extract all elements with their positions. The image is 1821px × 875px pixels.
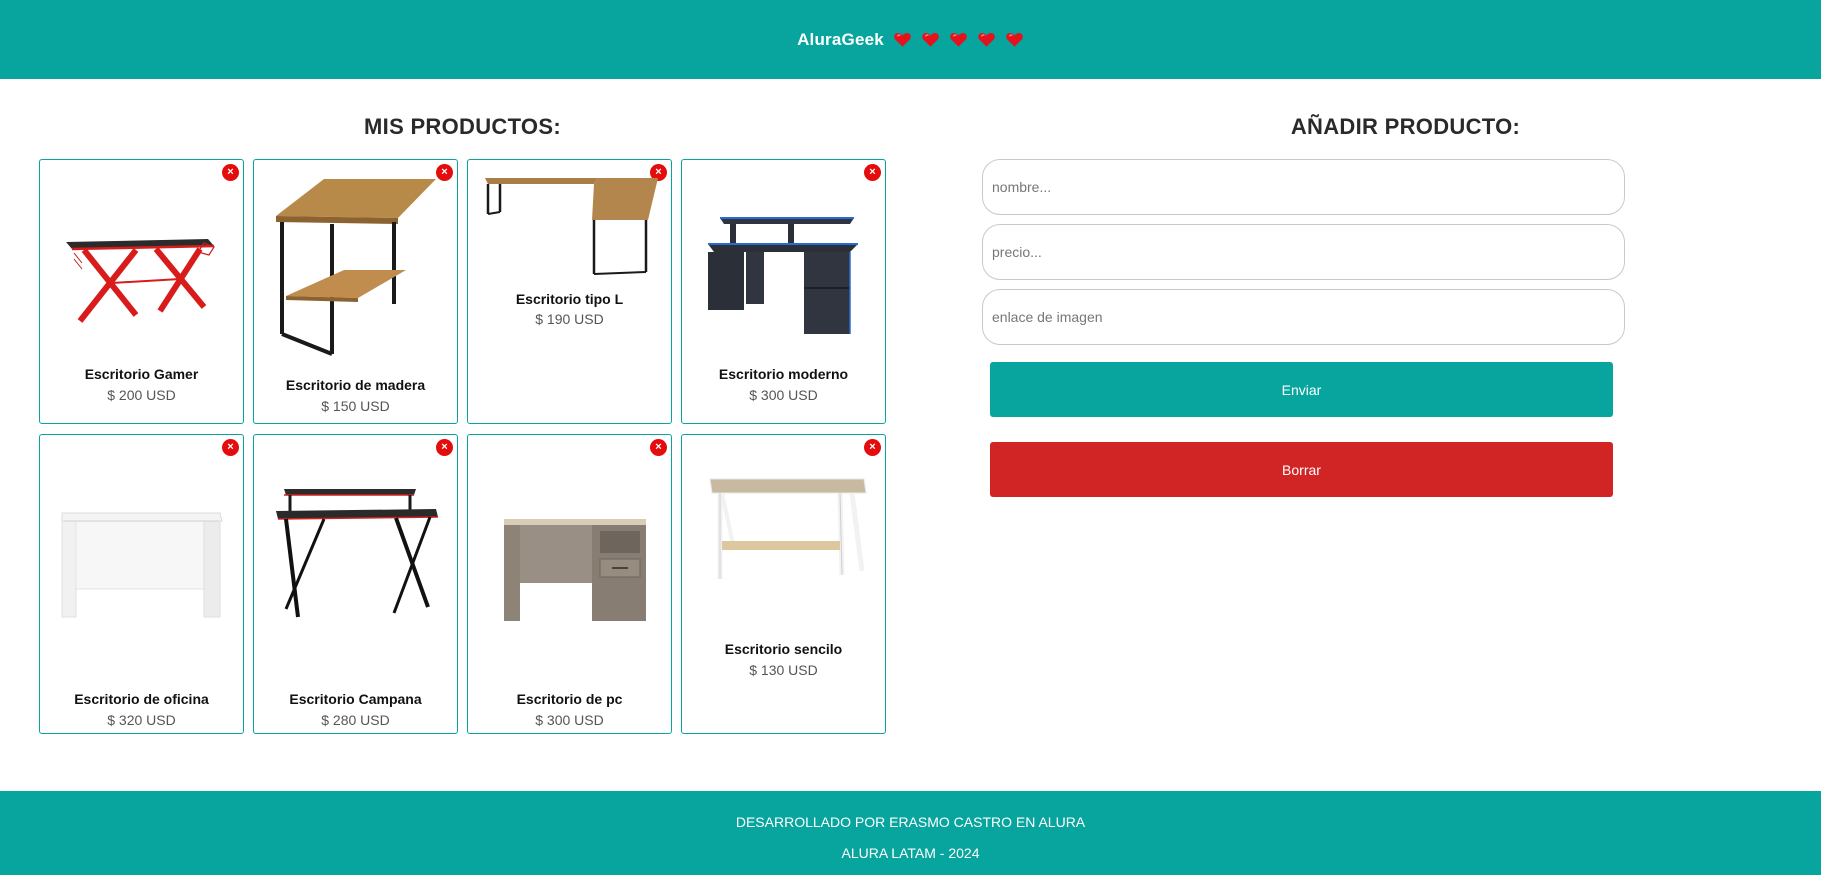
- product-price: $ 280 USD: [321, 712, 390, 728]
- product-card: × Escritorio de madera $ 150 USD: [253, 159, 458, 424]
- heart-icon: [894, 33, 911, 47]
- product-card: × Escritorio Campana $ 280 USD: [253, 434, 458, 734]
- product-image-simple-desk: [709, 478, 867, 579]
- product-price: $ 300 USD: [535, 712, 604, 728]
- product-image-pc-desk: [504, 519, 646, 621]
- product-price: $ 150 USD: [321, 398, 390, 414]
- delete-product-button[interactable]: ×: [222, 164, 239, 181]
- product-card: × Escritorio de pc $ 300 USD: [467, 434, 672, 734]
- delete-product-button[interactable]: ×: [864, 439, 881, 456]
- heart-icon: [922, 33, 939, 47]
- footer-credits: DESARROLLADO POR ERASMO CASTRO EN ALURA: [735, 814, 1086, 830]
- footer-copyright: ALURA LATAM - 2024: [841, 845, 980, 861]
- delete-product-button[interactable]: ×: [222, 439, 239, 456]
- product-image-wood-desk: [276, 179, 436, 356]
- name-input[interactable]: [982, 159, 1625, 215]
- product-card: × Escritorio sencilo $ 130 USD: [681, 434, 886, 734]
- heart-icon: [950, 33, 967, 47]
- heart-icon: [978, 33, 995, 47]
- product-name: Escritorio de pc: [516, 691, 623, 707]
- product-name: Escritorio Campana: [289, 691, 422, 707]
- product-grid: × Escritorio Gamer $ 200 USD × Escritori…: [39, 159, 888, 734]
- delete-product-button[interactable]: ×: [864, 164, 881, 181]
- hearts-group: [893, 30, 1024, 49]
- image-url-input[interactable]: [982, 289, 1625, 345]
- product-name: Escritorio sencilo: [724, 641, 843, 657]
- product-card: × Escritorio tipo L $ 190 USD: [467, 159, 672, 424]
- brand-title: AluraGeek: [797, 29, 884, 49]
- product-price: $ 300 USD: [749, 387, 818, 403]
- product-image-gamer-desk: [66, 239, 215, 323]
- footer: DESARROLLADO POR ERASMO CASTRO EN ALURA …: [0, 791, 1821, 875]
- product-card: × Escritorio moderno $ 300 USD: [681, 159, 886, 424]
- products-title: MIS PRODUCTOS:: [364, 114, 561, 139]
- product-price: $ 200 USD: [107, 387, 176, 403]
- product-image-modern-desk: [708, 217, 858, 334]
- add-product-title: AÑADIR PRODUCTO:: [1290, 114, 1521, 139]
- send-button[interactable]: Enviar: [990, 362, 1613, 417]
- product-name: Escritorio de madera: [285, 377, 426, 393]
- delete-product-button[interactable]: ×: [436, 439, 453, 456]
- product-image-l-desk: [485, 178, 658, 275]
- product-name: Escritorio tipo L: [515, 291, 624, 307]
- delete-product-button[interactable]: ×: [650, 439, 667, 456]
- product-card: × Escritorio de oficina $ 320 USD: [39, 434, 244, 734]
- header-bar: AluraGeek: [0, 0, 1821, 79]
- product-image-campana-desk: [276, 489, 439, 618]
- clear-button[interactable]: Borrar: [990, 442, 1613, 497]
- product-name: Escritorio moderno: [718, 366, 849, 382]
- product-price: $ 320 USD: [107, 712, 176, 728]
- product-image-office-desk: [61, 512, 223, 618]
- product-card: × Escritorio Gamer $ 200 USD: [39, 159, 244, 424]
- product-price: $ 190 USD: [535, 311, 604, 327]
- product-name: Escritorio de oficina: [74, 691, 209, 707]
- heart-icon: [1006, 33, 1023, 47]
- product-price: $ 130 USD: [749, 662, 818, 678]
- price-input[interactable]: [982, 224, 1625, 280]
- product-name: Escritorio Gamer: [84, 366, 199, 382]
